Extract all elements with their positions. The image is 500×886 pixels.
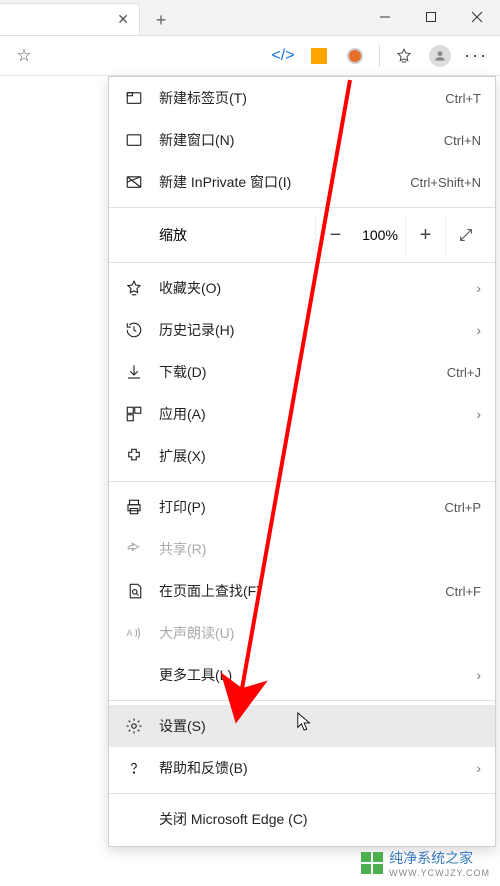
- settings-menu: 新建标签页(T) Ctrl+T 新建窗口(N) Ctrl+N 新建 InPriv…: [108, 76, 496, 847]
- watermark-logo-icon: [361, 852, 383, 874]
- history-icon: [123, 321, 145, 339]
- menu-shortcut: Ctrl+Shift+N: [410, 175, 481, 190]
- devtools-icon[interactable]: </>: [267, 40, 299, 72]
- favorites-menu-icon[interactable]: [388, 40, 420, 72]
- menu-history[interactable]: 历史记录(H) ›: [109, 309, 495, 351]
- zoom-value: 100%: [355, 227, 405, 243]
- chevron-right-icon: ›: [476, 760, 481, 776]
- menu-label: 新建 InPrivate 窗口(I): [159, 172, 410, 192]
- zoom-label: 缩放: [159, 225, 315, 245]
- menu-shortcut: Ctrl+N: [444, 133, 481, 148]
- menu-print[interactable]: 打印(P) Ctrl+P: [109, 486, 495, 528]
- zoom-out-button[interactable]: −: [315, 215, 355, 255]
- watermark-brand: 纯净系统之家: [389, 848, 490, 868]
- menu-separator: [109, 793, 495, 794]
- close-tab-icon[interactable]: ✕: [117, 11, 129, 28]
- menu-zoom-row: 缩放 − 100% +: [109, 212, 495, 258]
- menu-new-inprivate[interactable]: 新建 InPrivate 窗口(I) Ctrl+Shift+N: [109, 161, 495, 203]
- chevron-right-icon: ›: [476, 322, 481, 338]
- downloads-icon: [123, 363, 145, 381]
- menu-close-edge[interactable]: 关闭 Microsoft Edge (C): [109, 798, 495, 840]
- window-controls: [362, 0, 500, 35]
- menu-separator: [109, 481, 495, 482]
- menu-more-tools[interactable]: 更多工具(L) ›: [109, 654, 495, 696]
- extension-2-icon[interactable]: [339, 40, 371, 72]
- extensions-icon: [123, 447, 145, 465]
- maximize-button[interactable]: [408, 0, 454, 35]
- browser-tab[interactable]: ✕: [0, 3, 140, 35]
- menu-shortcut: Ctrl+P: [445, 500, 481, 515]
- menu-label: 扩展(X): [159, 446, 481, 466]
- close-window-button[interactable]: [454, 0, 500, 35]
- menu-apps[interactable]: 应用(A) ›: [109, 393, 495, 435]
- apps-icon: [123, 405, 145, 423]
- new-window-icon: [123, 131, 145, 149]
- menu-shortcut: Ctrl+T: [445, 91, 481, 106]
- minimize-button[interactable]: [362, 0, 408, 35]
- menu-label: 下载(D): [159, 362, 447, 382]
- chevron-right-icon: ›: [476, 667, 481, 683]
- menu-label: 关闭 Microsoft Edge (C): [159, 809, 481, 829]
- favorites-icon: [123, 279, 145, 297]
- menu-label: 新建标签页(T): [159, 88, 445, 108]
- menu-separator: [109, 262, 495, 263]
- share-icon: [123, 540, 145, 558]
- menu-shortcut: Ctrl+J: [447, 365, 481, 380]
- menu-settings[interactable]: 设置(S): [109, 705, 495, 747]
- menu-label: 应用(A): [159, 404, 468, 424]
- menu-label: 历史记录(H): [159, 320, 468, 340]
- menu-downloads[interactable]: 下载(D) Ctrl+J: [109, 351, 495, 393]
- help-icon: [123, 759, 145, 777]
- menu-label: 大声朗读(U): [159, 623, 481, 643]
- profile-icon[interactable]: [424, 40, 456, 72]
- print-icon: [123, 498, 145, 516]
- svg-text:A: A: [127, 628, 133, 638]
- menu-label: 设置(S): [159, 716, 481, 736]
- menu-label: 共享(R): [159, 539, 481, 559]
- favorite-star-icon[interactable]: ☆: [8, 40, 40, 72]
- extension-1-icon[interactable]: [303, 40, 335, 72]
- menu-label: 在页面上查找(F): [159, 581, 445, 601]
- inprivate-icon: [123, 173, 145, 191]
- menu-help[interactable]: 帮助和反馈(B) ›: [109, 747, 495, 789]
- menu-label: 收藏夹(O): [159, 278, 468, 298]
- menu-separator: [109, 207, 495, 208]
- menu-label: 打印(P): [159, 497, 445, 517]
- menu-label: 帮助和反馈(B): [159, 758, 468, 778]
- toolbar-separator: [379, 45, 380, 67]
- menu-new-tab[interactable]: 新建标签页(T) Ctrl+T: [109, 77, 495, 119]
- menu-shortcut: Ctrl+F: [445, 584, 481, 599]
- new-tab-button[interactable]: +: [146, 5, 176, 35]
- menu-read-aloud: A 大声朗读(U): [109, 612, 495, 654]
- menu-separator: [109, 700, 495, 701]
- menu-favorites[interactable]: 收藏夹(O) ›: [109, 267, 495, 309]
- menu-label: 新建窗口(N): [159, 130, 444, 150]
- zoom-in-button[interactable]: +: [405, 215, 445, 255]
- watermark: 纯净系统之家 WWW.YCWJZY.COM: [361, 848, 490, 878]
- menu-new-window[interactable]: 新建窗口(N) Ctrl+N: [109, 119, 495, 161]
- tab-strip: ✕ +: [0, 0, 500, 36]
- menu-extensions[interactable]: 扩展(X): [109, 435, 495, 477]
- more-menu-button[interactable]: ···: [460, 40, 492, 72]
- watermark-url: WWW.YCWJZY.COM: [389, 868, 490, 878]
- toolbar: ☆ </> ···: [0, 36, 500, 76]
- chevron-right-icon: ›: [476, 406, 481, 422]
- menu-share: 共享(R): [109, 528, 495, 570]
- menu-find[interactable]: 在页面上查找(F) Ctrl+F: [109, 570, 495, 612]
- new-tab-icon: [123, 89, 145, 107]
- gear-icon: [123, 717, 145, 735]
- chevron-right-icon: ›: [476, 280, 481, 296]
- menu-label: 更多工具(L): [159, 665, 468, 685]
- read-aloud-icon: A: [123, 624, 145, 642]
- find-icon: [123, 582, 145, 600]
- fullscreen-button[interactable]: [445, 215, 485, 255]
